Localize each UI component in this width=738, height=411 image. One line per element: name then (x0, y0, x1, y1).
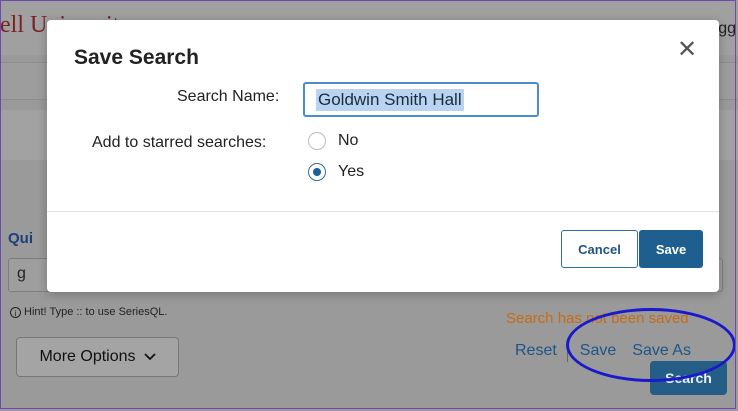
cancel-button[interactable]: Cancel (561, 230, 638, 268)
seriesql-hint: i Hint! Type :: to use SeriesQL. (10, 306, 167, 318)
quick-search-label: Qui (8, 230, 33, 247)
radio-yes[interactable] (308, 163, 326, 181)
header-nav-fragment: gg (718, 20, 736, 37)
save-button[interactable]: Save (639, 230, 703, 268)
annotation-ellipse (566, 308, 736, 382)
main-search-value: g (17, 265, 26, 282)
starred-option-no[interactable]: No (308, 132, 358, 150)
radio-yes-label: Yes (338, 163, 365, 180)
starred-label: Add to starred searches: (92, 134, 267, 151)
more-options-label: More Options (39, 348, 136, 365)
radio-no-label: No (338, 132, 359, 149)
radio-no[interactable] (308, 132, 326, 150)
close-icon[interactable]: ✕ (677, 38, 697, 62)
modal-divider (47, 211, 719, 212)
hint-text: Hint! Type :: to use SeriesQL. (24, 306, 168, 318)
more-options-button[interactable]: More Options (16, 337, 179, 377)
search-name-input[interactable] (303, 82, 539, 117)
save-search-modal: Save Search ✕ Search Name: Goldwin Smith… (47, 20, 719, 292)
starred-option-yes[interactable]: Yes (308, 163, 364, 181)
info-icon: i (10, 306, 21, 318)
chevron-down-icon (143, 353, 156, 361)
modal-title: Save Search (74, 46, 199, 69)
search-name-label: Search Name: (177, 88, 280, 105)
reset-link[interactable]: Reset (515, 342, 557, 360)
